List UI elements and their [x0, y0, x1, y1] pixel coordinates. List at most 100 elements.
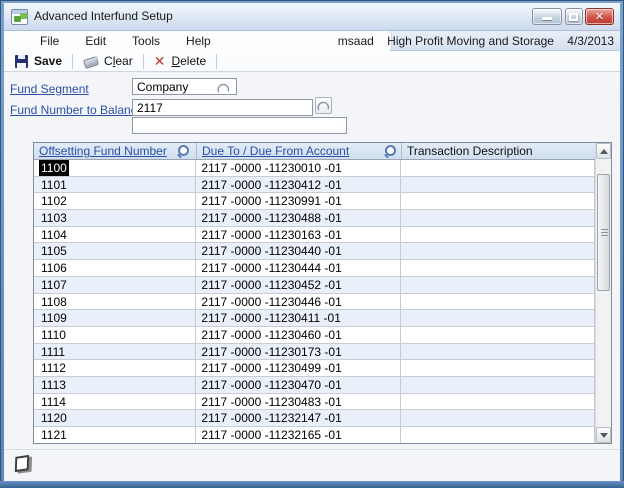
menu-tools[interactable]: Tools: [132, 31, 160, 51]
cell-offsetting-fund-number[interactable]: 1102: [34, 193, 196, 210]
fund-number-to-balance-label[interactable]: Fund Number to Balance: [10, 103, 143, 117]
cell-transaction-description[interactable]: [401, 193, 595, 210]
cell-offsetting-fund-number[interactable]: 1100: [34, 160, 196, 177]
cell-due-to-due-from-account[interactable]: 2117 -0000 -11232147 -01: [196, 410, 400, 427]
clear-button[interactable]: Clear: [77, 52, 139, 71]
cell-transaction-description[interactable]: [401, 377, 595, 394]
maximize-button[interactable]: [565, 8, 583, 25]
cell-transaction-description[interactable]: [401, 160, 595, 177]
table-row[interactable]: 1113 2117 -0000 -11230470 -01: [34, 377, 595, 394]
menu-bar: File Edit Tools Help msaad High Profit M…: [4, 31, 620, 51]
cell-due-to-due-from-account[interactable]: 2117 -0000 -11230470 -01: [196, 377, 400, 394]
cell-offsetting-fund-number[interactable]: 1113: [34, 377, 196, 394]
table-row[interactable]: 1105 2117 -0000 -11230440 -01: [34, 243, 595, 260]
cell-transaction-description[interactable]: [401, 260, 595, 277]
cell-transaction-description[interactable]: [401, 227, 595, 244]
table-row[interactable]: 1120 2117 -0000 -11232147 -01: [34, 410, 595, 427]
table-row[interactable]: 1103 2117 -0000 -11230488 -01: [34, 210, 595, 227]
cell-transaction-description[interactable]: [401, 327, 595, 344]
table-row[interactable]: 1107 2117 -0000 -11230452 -01: [34, 277, 595, 294]
advanced-interfund-setup-window: Advanced Interfund Setup ✕ File Edit Too…: [0, 0, 624, 488]
cell-offsetting-fund-number[interactable]: 1114: [34, 394, 196, 411]
table-row[interactable]: 1121 2117 -0000 -11232165 -01: [34, 427, 595, 443]
fund-segment-field[interactable]: Company: [132, 78, 237, 95]
title-bar[interactable]: Advanced Interfund Setup ✕: [4, 3, 620, 31]
cell-transaction-description[interactable]: [401, 243, 595, 260]
cell-transaction-description[interactable]: [401, 177, 595, 194]
cell-transaction-description[interactable]: [401, 360, 595, 377]
cell-due-to-due-from-account[interactable]: 2117 -0000 -11230499 -01: [196, 360, 400, 377]
save-floppy-icon: [15, 55, 28, 68]
table-row[interactable]: 1106 2117 -0000 -11230444 -01: [34, 260, 595, 277]
note-button[interactable]: [13, 455, 35, 475]
cell-offsetting-fund-number[interactable]: 1103: [34, 210, 196, 227]
cell-transaction-description[interactable]: [401, 394, 595, 411]
fund-number-field[interactable]: 2117: [132, 99, 313, 116]
menu-help[interactable]: Help: [186, 31, 211, 51]
table-row[interactable]: 1108 2117 -0000 -11230446 -01: [34, 294, 595, 311]
cell-transaction-description[interactable]: [401, 427, 595, 443]
cell-due-to-due-from-account[interactable]: 2117 -0000 -11230483 -01: [196, 394, 400, 411]
cell-due-to-due-from-account[interactable]: 2117 -0000 -11230163 -01: [196, 227, 400, 244]
fund-number-value: 2117: [137, 101, 163, 115]
fund-number-expansion-button[interactable]: [315, 97, 332, 114]
cell-due-to-due-from-account[interactable]: 2117 -0000 -11230444 -01: [196, 260, 400, 277]
cell-transaction-description[interactable]: [401, 294, 595, 311]
vertical-scrollbar[interactable]: [595, 143, 611, 443]
cell-due-to-due-from-account[interactable]: 2117 -0000 -11230173 -01: [196, 344, 400, 361]
table-row[interactable]: 1100 2117 -0000 -11230010 -01: [34, 160, 595, 177]
table-row[interactable]: 1114 2117 -0000 -11230483 -01: [34, 394, 595, 411]
menu-edit[interactable]: Edit: [85, 31, 106, 51]
minimize-button[interactable]: [532, 8, 562, 25]
table-row[interactable]: 1112 2117 -0000 -11230499 -01: [34, 360, 595, 377]
cell-offsetting-fund-number[interactable]: 1101: [34, 177, 196, 194]
cell-offsetting-fund-number[interactable]: 1107: [34, 277, 196, 294]
save-button[interactable]: Save: [9, 52, 68, 71]
delete-button[interactable]: ✕ Delete: [148, 52, 212, 71]
cell-offsetting-fund-number[interactable]: 1110: [34, 327, 196, 344]
table-row[interactable]: 1110 2117 -0000 -11230460 -01: [34, 327, 595, 344]
cell-due-to-due-from-account[interactable]: 2117 -0000 -11230411 -01: [196, 310, 400, 327]
cell-offsetting-fund-number[interactable]: 1108: [34, 294, 196, 311]
header-offsetting-fund-number[interactable]: Offsetting Fund Number: [34, 143, 197, 159]
cell-due-to-due-from-account[interactable]: 2117 -0000 -11230488 -01: [196, 210, 400, 227]
cell-offsetting-fund-number[interactable]: 1112: [34, 360, 196, 377]
table-row[interactable]: 1104 2117 -0000 -11230163 -01: [34, 227, 595, 244]
table-row[interactable]: 1101 2117 -0000 -11230412 -01: [34, 177, 595, 194]
cell-due-to-due-from-account[interactable]: 2117 -0000 -11232165 -01: [196, 427, 400, 443]
cell-transaction-description[interactable]: [401, 344, 595, 361]
fund-segment-label[interactable]: Fund Segment: [10, 82, 89, 96]
table-row[interactable]: 1109 2117 -0000 -11230411 -01: [34, 310, 595, 327]
cell-transaction-description[interactable]: [401, 310, 595, 327]
cell-due-to-due-from-account[interactable]: 2117 -0000 -11230010 -01: [196, 160, 400, 177]
header-due-to-due-from-account[interactable]: Due To / Due From Account: [197, 143, 402, 159]
cell-offsetting-fund-number[interactable]: 1111: [34, 344, 196, 361]
user-id: msaad: [338, 34, 374, 48]
cell-due-to-due-from-account[interactable]: 2117 -0000 -11230412 -01: [196, 177, 400, 194]
table-row[interactable]: 1111 2117 -0000 -11230173 -01: [34, 344, 595, 361]
lookup-magnifier-icon[interactable]: [383, 145, 396, 158]
cell-due-to-due-from-account[interactable]: 2117 -0000 -11230446 -01: [196, 294, 400, 311]
cell-offsetting-fund-number[interactable]: 1120: [34, 410, 196, 427]
cell-offsetting-fund-number[interactable]: 1121: [34, 427, 196, 443]
scroll-down-button[interactable]: [596, 427, 611, 443]
cell-due-to-due-from-account[interactable]: 2117 -0000 -11230452 -01: [196, 277, 400, 294]
cell-transaction-description[interactable]: [401, 410, 595, 427]
cell-offsetting-fund-number[interactable]: 1106: [34, 260, 196, 277]
cell-transaction-description[interactable]: [401, 210, 595, 227]
cell-due-to-due-from-account[interactable]: 2117 -0000 -11230460 -01: [196, 327, 400, 344]
cell-due-to-due-from-account[interactable]: 2117 -0000 -11230440 -01: [196, 243, 400, 260]
scrollbar-thumb[interactable]: [597, 174, 610, 291]
cell-offsetting-fund-number[interactable]: 1105: [34, 243, 196, 260]
cell-due-to-due-from-account[interactable]: 2117 -0000 -11230991 -01: [196, 193, 400, 210]
close-button[interactable]: ✕: [585, 8, 614, 25]
fund-segment-expansion-button[interactable]: [215, 80, 232, 97]
cell-offsetting-fund-number[interactable]: 1109: [34, 310, 196, 327]
cell-offsetting-fund-number[interactable]: 1104: [34, 227, 196, 244]
cell-transaction-description[interactable]: [401, 277, 595, 294]
menu-file[interactable]: File: [40, 31, 59, 51]
scroll-up-button[interactable]: [596, 143, 611, 159]
table-row[interactable]: 1102 2117 -0000 -11230991 -01: [34, 193, 595, 210]
fund-number-description-field[interactable]: [132, 117, 347, 134]
lookup-magnifier-icon[interactable]: [176, 145, 189, 158]
